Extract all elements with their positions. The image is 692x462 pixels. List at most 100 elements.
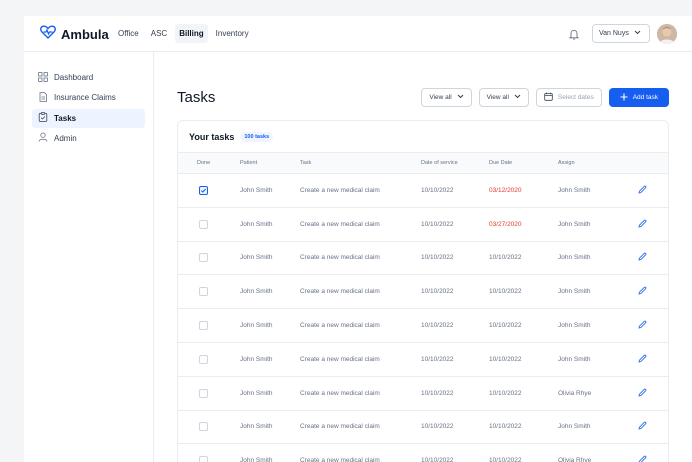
- edit-pencil-icon[interactable]: [638, 320, 647, 331]
- user-icon: [38, 132, 48, 144]
- edit-cell: [638, 342, 668, 377]
- column-header: Patient: [240, 152, 300, 174]
- calendar-icon: [544, 92, 553, 103]
- service-date-cell: 10/10/2022: [421, 241, 489, 276]
- due-date-cell: 10/10/2022: [489, 443, 558, 462]
- service-date-cell: 10/10/2022: [421, 376, 489, 411]
- service-date-cell: 10/10/2022: [421, 207, 489, 242]
- due-date-cell: 03/12/2020: [489, 173, 558, 208]
- edit-pencil-icon[interactable]: [638, 252, 647, 263]
- chevron-down-icon: [457, 94, 464, 101]
- patient-cell: John Smith: [240, 410, 300, 445]
- edit-pencil-icon[interactable]: [638, 185, 647, 196]
- heart-logo-icon: [40, 25, 56, 44]
- done-checkbox[interactable]: [199, 219, 208, 229]
- sidebar-item-label: Dashboard: [54, 73, 94, 82]
- nav-item-billing[interactable]: Billing: [175, 24, 208, 43]
- edit-cell: [638, 443, 668, 462]
- avatar[interactable]: [657, 24, 677, 44]
- table-row[interactable]: John Smith Create a new medical claim 10/1…: [178, 207, 668, 242]
- due-date-cell: 10/10/2022: [489, 376, 558, 411]
- task-cell: Create a new medical claim: [300, 342, 421, 377]
- assignee-cell: Olivia Rhye: [558, 443, 638, 462]
- service-date-cell: 10/10/2022: [421, 443, 489, 462]
- table-row[interactable]: John Smith Create a new medical claim 10/1…: [178, 274, 668, 310]
- main-content: Tasks View all View all Select dates Add…: [177, 52, 669, 462]
- service-date-cell: 10/10/2022: [421, 173, 489, 208]
- assignee-cell: Olivia Rhye: [558, 376, 638, 411]
- edit-cell: [638, 274, 668, 310]
- table-header-row: Done Patient Task Date of service Due Date As…: [178, 152, 668, 174]
- patient-cell: John Smith: [240, 342, 300, 377]
- due-date-cell: 10/10/2022: [489, 342, 558, 377]
- edit-cell: [638, 308, 668, 343]
- done-checkbox[interactable]: [199, 321, 208, 331]
- column-header: Due Date: [489, 152, 558, 174]
- patient-cell: John Smith: [240, 308, 300, 343]
- toolbar: View all View all Select dates Add task: [421, 88, 669, 107]
- table-row[interactable]: John Smith Create a new medical claim 10/1…: [178, 241, 668, 276]
- sidebar-item-dashboard[interactable]: Dashboard: [32, 68, 145, 87]
- sidebar-item-tasks[interactable]: Tasks: [32, 108, 145, 128]
- task-cell: Create a new medical claim: [300, 308, 421, 343]
- logo[interactable]: Ambula: [40, 25, 109, 44]
- patient-cell: John Smith: [240, 241, 300, 276]
- assignee-cell: John Smith: [558, 241, 638, 276]
- patient-cell: John Smith: [240, 443, 300, 462]
- assignee-cell: John Smith: [558, 342, 638, 377]
- sidebar-item-insurance-claims[interactable]: Insurance Claims: [32, 88, 145, 107]
- due-date-cell: 10/10/2022: [489, 241, 558, 276]
- table-row[interactable]: John Smith Create a new medical claim 10/1…: [178, 173, 668, 208]
- edit-pencil-icon[interactable]: [638, 388, 647, 399]
- done-checkbox[interactable]: [199, 422, 208, 432]
- add-task-button[interactable]: Add task: [608, 88, 669, 107]
- grid-icon: [38, 71, 48, 84]
- task-cell: Create a new medical claim: [300, 443, 421, 462]
- edit-pencil-icon[interactable]: [638, 286, 647, 297]
- date-range-placeholder: Select dates: [557, 94, 594, 101]
- bell-icon[interactable]: [568, 27, 580, 45]
- edit-pencil-icon[interactable]: [638, 219, 647, 230]
- nav-item-office[interactable]: Office: [114, 24, 143, 43]
- task-cell: Create a new medical claim: [300, 410, 421, 445]
- edit-pencil-icon[interactable]: [638, 354, 647, 365]
- date-range-picker[interactable]: Select dates: [535, 88, 602, 107]
- table-row[interactable]: John Smith Create a new medical claim 10/1…: [178, 342, 668, 377]
- task-cell: Create a new medical claim: [300, 241, 421, 276]
- done-checkbox[interactable]: [199, 287, 208, 297]
- column-header: Assign: [558, 152, 638, 174]
- table-row[interactable]: John Smith Create a new medical claim 10/1…: [178, 443, 668, 462]
- done-cell: [178, 410, 240, 445]
- location-label: Van Nuys: [599, 30, 629, 37]
- edit-pencil-icon[interactable]: [638, 421, 647, 432]
- done-checkbox[interactable]: [199, 456, 208, 462]
- done-checkbox[interactable]: [199, 388, 208, 398]
- table-row[interactable]: John Smith Create a new medical claim 10/1…: [178, 308, 668, 343]
- sidebar-item-label: Insurance Claims: [54, 93, 116, 103]
- done-cell: [178, 207, 240, 242]
- due-date-cell: 10/10/2022: [489, 274, 558, 310]
- done-checkbox[interactable]: [199, 185, 208, 195]
- nav-item-asc[interactable]: ASC: [147, 24, 171, 43]
- table-row[interactable]: John Smith Create a new medical claim 10/1…: [178, 376, 668, 411]
- table-row[interactable]: John Smith Create a new medical claim 10/1…: [178, 410, 668, 445]
- sidebar-item-admin[interactable]: Admin: [32, 129, 145, 148]
- page-title: Tasks: [177, 89, 216, 106]
- service-date-cell: 10/10/2022: [421, 342, 489, 377]
- view-filter-2[interactable]: View all: [478, 88, 529, 107]
- service-date-cell: 10/10/2022: [421, 274, 489, 310]
- task-cell: Create a new medical claim: [300, 274, 421, 310]
- done-checkbox[interactable]: [199, 354, 208, 364]
- location-select[interactable]: Van Nuys: [592, 24, 650, 43]
- chevron-down-icon: [514, 94, 521, 101]
- edit-pencil-icon[interactable]: [638, 455, 647, 462]
- view-filter-1[interactable]: View all: [421, 88, 472, 107]
- service-date-cell: 10/10/2022: [421, 308, 489, 343]
- sidebar-item-label: Tasks: [54, 113, 77, 123]
- nav-item-inventory[interactable]: Inventory: [212, 24, 253, 43]
- column-header-actions: [638, 152, 668, 174]
- due-date-cell: 10/10/2022: [489, 308, 558, 343]
- done-checkbox[interactable]: [199, 253, 208, 263]
- assignee-cell: John Smith: [558, 308, 638, 343]
- top-bar: Ambula Office ASC Billing Inventory Van Nuy…: [24, 16, 692, 52]
